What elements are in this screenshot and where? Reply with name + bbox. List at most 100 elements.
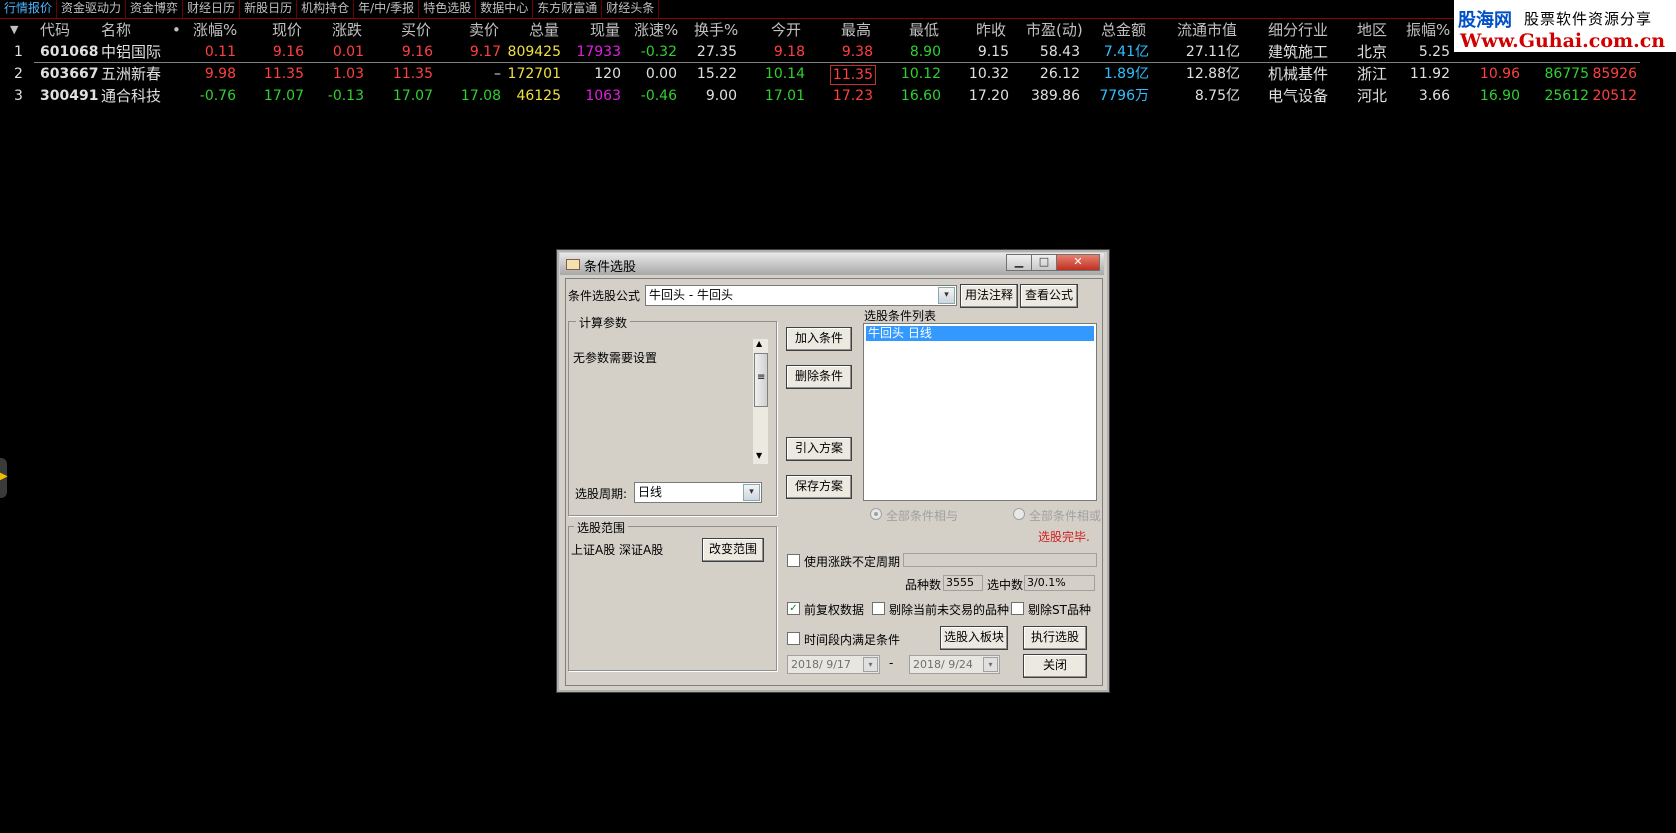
row-ask: – xyxy=(494,66,501,82)
sort-marker-icon[interactable]: ▼ xyxy=(10,20,18,40)
period-select[interactable]: 日线 ▾ xyxy=(634,482,762,503)
scroll-down-icon[interactable]: ▼ xyxy=(756,451,762,460)
chevron-down-icon[interactable]: ▾ xyxy=(983,657,998,672)
add-condition-button[interactable]: 加入条件 xyxy=(786,327,852,351)
tab-6[interactable]: 年/中/季报 xyxy=(354,0,420,18)
col-volume[interactable]: 总量 xyxy=(529,20,559,40)
tab-4[interactable]: 新股日历 xyxy=(240,0,298,18)
row-extra-1: 10.96 xyxy=(1479,66,1520,82)
to-block-button[interactable]: 选股入板块 xyxy=(940,626,1008,650)
tab-9[interactable]: 东方财富通 xyxy=(533,0,603,18)
condition-select-dialog: 条件选股 ▁ □ ✕ 条件选股公式 牛回头 - 牛回头 ▾ 用法注释 查看公式 … xyxy=(556,249,1110,693)
row-high: 9.38 xyxy=(841,44,873,60)
status-text: 选股完毕. xyxy=(1038,530,1090,544)
adjust-checkbox[interactable]: ✓ xyxy=(787,602,800,615)
row-industry: 电气设备 xyxy=(1268,87,1329,105)
col-region[interactable]: 地区 xyxy=(1357,20,1387,40)
row-region: 浙江 xyxy=(1357,65,1388,83)
col-low[interactable]: 最低 xyxy=(909,20,939,40)
dialog-titlebar[interactable]: 条件选股 ▁ □ ✕ xyxy=(560,253,1104,275)
minimize-button[interactable]: ▁ xyxy=(1006,254,1032,271)
col-name[interactable]: 名称 xyxy=(101,20,131,40)
exclude-st-checkbox[interactable] xyxy=(1011,602,1024,615)
delete-condition-button[interactable]: 删除条件 xyxy=(786,365,852,389)
col-float-mv[interactable]: 流通市值 xyxy=(1177,20,1237,40)
col-open[interactable]: 今开 xyxy=(771,20,801,40)
params-scrollbar[interactable]: ▲ ≡ ▼ xyxy=(753,339,768,464)
tab-8[interactable]: 数据中心 xyxy=(476,0,534,18)
usage-notes-button[interactable]: 用法注释 xyxy=(960,284,1018,308)
row-open: 10.14 xyxy=(764,66,805,82)
col-high[interactable]: 最高 xyxy=(841,20,871,40)
row-volume: 46125 xyxy=(516,88,561,104)
col-industry[interactable]: 细分行业 xyxy=(1268,20,1328,40)
save-plan-button[interactable]: 保存方案 xyxy=(786,475,852,499)
execute-button[interactable]: 执行选股 xyxy=(1023,626,1087,650)
time-range-checkbox[interactable] xyxy=(787,632,800,645)
var-period-field[interactable] xyxy=(903,553,1097,567)
col-code[interactable]: 代码 xyxy=(40,20,70,40)
close-button[interactable]: 关闭 xyxy=(1023,654,1087,678)
col-turnover[interactable]: 换手% xyxy=(694,20,738,40)
table-row[interactable]: 2 603667 五洲新春 9.98 11.35 1.03 11.35 – 17… xyxy=(0,63,1676,85)
tab-0[interactable]: 行情报价 xyxy=(0,0,58,18)
table-row[interactable]: 3 300491 通合科技 -0.76 17.07 -0.13 17.07 17… xyxy=(0,85,1676,107)
date-from-picker[interactable]: 2018/ 9/17 ▾ xyxy=(787,655,880,674)
radio-or[interactable] xyxy=(1013,508,1025,520)
col-speed[interactable]: 涨速% xyxy=(634,20,678,40)
maximize-button[interactable]: □ xyxy=(1031,254,1057,271)
tab-5[interactable]: 机构持仓 xyxy=(297,0,355,18)
row-bid: 9.16 xyxy=(401,44,433,60)
row-ask: 9.17 xyxy=(469,44,501,60)
condition-list[interactable]: 牛回头 日线 xyxy=(863,323,1097,501)
col-price[interactable]: 现价 xyxy=(272,20,302,40)
chevron-down-icon[interactable]: ▾ xyxy=(938,287,955,304)
col-ask[interactable]: 卖价 xyxy=(469,20,499,40)
condition-list-item[interactable]: 牛回头 日线 xyxy=(866,326,1094,341)
row-high: 11.35 xyxy=(829,65,876,85)
col-amount[interactable]: 总金额 xyxy=(1101,20,1146,40)
col-bid[interactable]: 买价 xyxy=(401,20,431,40)
row-amount: 7796万 xyxy=(1099,88,1149,104)
tab-10[interactable]: 财经头条 xyxy=(602,0,660,18)
col-amplitude[interactable]: 振幅% xyxy=(1406,20,1450,40)
scroll-up-icon[interactable]: ▲ xyxy=(756,339,762,348)
side-panel-handle[interactable]: ▶ xyxy=(0,458,8,498)
row-chg: 1.03 xyxy=(332,66,364,82)
tab-2[interactable]: 资金博弈 xyxy=(126,0,184,18)
brand-tagline: 股票软件资源分享 xyxy=(1524,10,1653,28)
col-prev-close[interactable]: 昨收 xyxy=(976,20,1006,40)
view-formula-button[interactable]: 查看公式 xyxy=(1020,284,1078,308)
row-pe: 26.12 xyxy=(1039,66,1080,82)
close-window-button[interactable]: ✕ xyxy=(1056,254,1100,271)
import-plan-button[interactable]: 引入方案 xyxy=(786,437,852,461)
row-extra-3: 85926 xyxy=(1592,66,1637,82)
var-period-checkbox[interactable] xyxy=(787,554,800,567)
row-price: 11.35 xyxy=(263,66,304,82)
scroll-thumb[interactable]: ≡ xyxy=(754,353,768,407)
change-range-button[interactable]: 改变范围 xyxy=(702,538,764,562)
row-prev-close: 10.32 xyxy=(968,66,1009,82)
range-group-label: 选股范围 xyxy=(574,519,629,536)
col-chg[interactable]: 涨跌 xyxy=(332,20,362,40)
tab-7[interactable]: 特色选股 xyxy=(419,0,477,18)
tab-1[interactable]: 资金驱动力 xyxy=(57,0,127,18)
row-region: 河北 xyxy=(1357,87,1388,105)
formula-select[interactable]: 牛回头 - 牛回头 ▾ xyxy=(645,285,957,306)
tab-3[interactable]: 财经日历 xyxy=(183,0,241,18)
radio-and[interactable] xyxy=(870,508,882,520)
col-pe[interactable]: 市盈(动) xyxy=(1026,20,1083,40)
chevron-down-icon[interactable]: ▾ xyxy=(863,657,878,672)
row-extra-3: 20512 xyxy=(1592,88,1637,104)
date-to-picker[interactable]: 2018/ 9/24 ▾ xyxy=(909,655,1000,674)
row-price: 17.07 xyxy=(263,88,304,104)
chevron-down-icon[interactable]: ▾ xyxy=(743,484,760,501)
row-cur-volume: 1063 xyxy=(585,88,621,104)
exclude-untraded-checkbox[interactable] xyxy=(872,602,885,615)
col-chg-pct[interactable]: 涨幅% xyxy=(193,20,237,40)
row-turnover: 27.35 xyxy=(696,44,737,60)
range-text: 上证A股 深证A股 xyxy=(571,543,664,557)
table-row[interactable]: 1 601068 中铝国际 0.11 9.16 0.01 9.16 9.17 8… xyxy=(0,41,1676,63)
col-cur-volume[interactable]: 现量 xyxy=(590,20,620,40)
condition-list-label: 选股条件列表 xyxy=(864,309,937,323)
